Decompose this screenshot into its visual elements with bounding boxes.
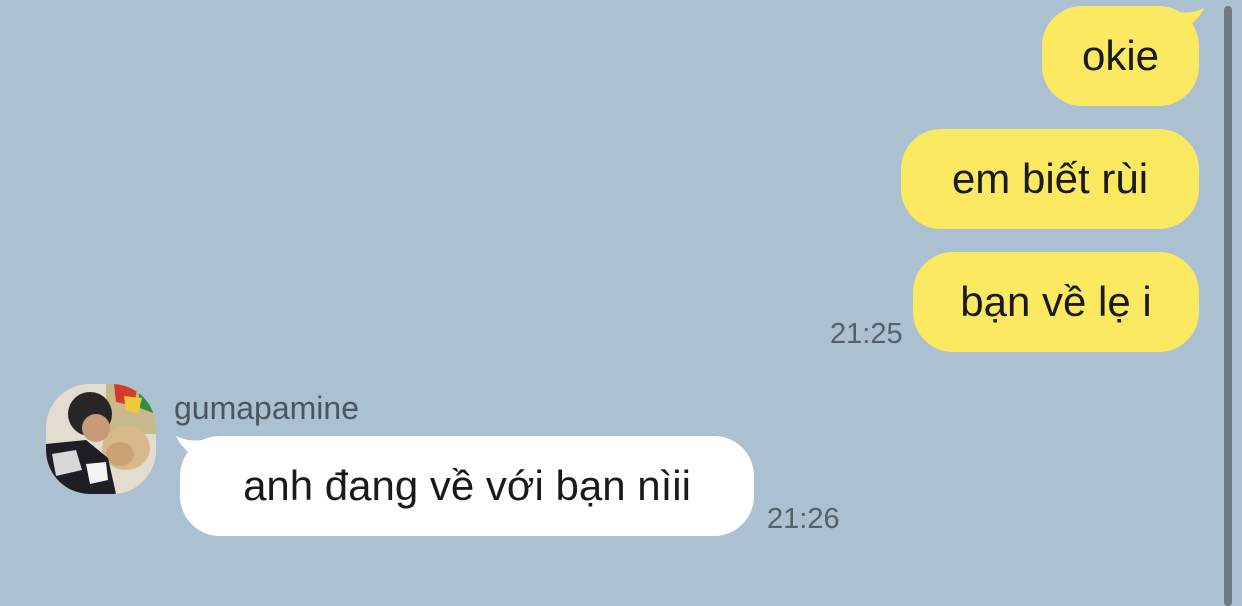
sender-name: gumapamine xyxy=(174,390,359,426)
message-timestamp: 21:25 xyxy=(830,318,903,350)
sender-avatar[interactable] xyxy=(46,384,156,494)
outgoing-message-okie[interactable]: okie xyxy=(1042,6,1199,106)
incoming-message[interactable]: anh đang về với bạn nìii xyxy=(180,436,754,536)
chat-message-list[interactable]: okie em biết rùi bạn về lẹ i 21:25 gumap… xyxy=(0,0,1242,606)
message-text: okie xyxy=(1081,32,1160,79)
message-text: em biết rùi xyxy=(951,155,1149,202)
scrollbar[interactable] xyxy=(1224,6,1232,606)
outgoing-message-ban-ve-le-i[interactable]: bạn về lẹ i xyxy=(913,252,1199,352)
message-text: bạn về lẹ i xyxy=(960,278,1152,325)
user-avatar-photo-icon xyxy=(46,384,156,494)
outgoing-message-em-biet-rui[interactable]: em biết rùi xyxy=(901,129,1199,229)
message-text: anh đang về với bạn nìii xyxy=(243,462,691,509)
message-timestamp: 21:26 xyxy=(767,503,840,535)
